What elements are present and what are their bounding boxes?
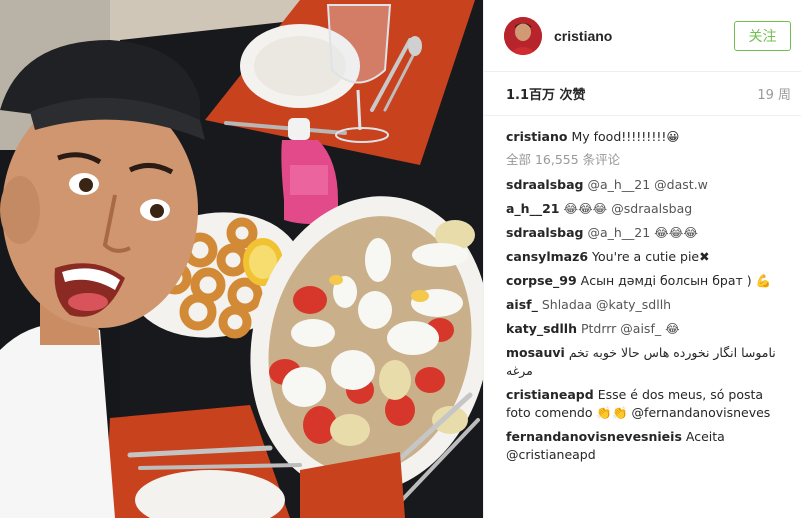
comment-username[interactable]: aisf_ bbox=[506, 297, 538, 312]
post-photo bbox=[0, 0, 483, 518]
comment-username[interactable]: corpse_99 bbox=[506, 273, 577, 288]
post-stats: 1.1百万 次赞 19 周 bbox=[484, 72, 801, 116]
like-count[interactable]: 1.1百万 次赞 bbox=[506, 84, 586, 103]
post-time[interactable]: 19 周 bbox=[757, 84, 791, 103]
post-header: cristiano 关注 bbox=[484, 0, 801, 72]
panel-bottom-edge bbox=[484, 510, 801, 518]
post-author-username[interactable]: cristiano bbox=[554, 28, 612, 44]
comment-username[interactable]: sdraalsbag bbox=[506, 225, 583, 240]
list-item: corpse_99 Асын дәмді болсын брат ) 💪 bbox=[506, 272, 791, 290]
comment-username[interactable]: sdraalsbag bbox=[506, 177, 583, 192]
caption: cristiano My food!!!!!!!!!😀 bbox=[506, 128, 791, 146]
caption-text: My food!!!!!!!!!😀 bbox=[571, 129, 680, 144]
list-item: a_h__21 😂😂😂 @sdraalsbag bbox=[506, 200, 791, 218]
caption-username[interactable]: cristiano bbox=[506, 129, 567, 144]
comment-text: 😂😂😂 @sdraalsbag bbox=[563, 201, 693, 216]
list-item: cristianeapd Esse é dos meus, só posta f… bbox=[506, 386, 791, 422]
follow-button[interactable]: 关注 bbox=[734, 21, 791, 51]
food-selfie-image bbox=[0, 0, 483, 518]
comment-text: @a_h__21 😂😂😂 bbox=[587, 225, 698, 240]
comment-username[interactable]: mosauvi bbox=[506, 345, 565, 360]
profile-avatar-icon[interactable] bbox=[504, 16, 542, 55]
comment-list: cristiano My food!!!!!!!!!😀 全部 16,555 条评… bbox=[484, 116, 801, 464]
view-all-comments-link[interactable]: 全部 16,555 条评论 bbox=[506, 149, 791, 168]
post-side-panel: cristiano 关注 1.1百万 次赞 19 周 cristiano My … bbox=[483, 0, 801, 518]
comment-username[interactable]: a_h__21 bbox=[506, 201, 559, 216]
list-item: sdraalsbag @a_h__21 😂😂😂 bbox=[506, 224, 791, 242]
list-item: mosauvi ناموسا انگار نخورده هاس حالا خوب… bbox=[506, 344, 791, 380]
list-item: cansylmaz6 You're a cutie pie✖ bbox=[506, 248, 791, 266]
comment-username[interactable]: katy_sdllh bbox=[506, 321, 577, 336]
comment-text: You're a cutie pie✖ bbox=[592, 249, 710, 264]
comment-text: Асын дәмді болсын брат ) 💪 bbox=[580, 273, 772, 288]
list-item: aisf_ Shladaa @katy_sdllh bbox=[506, 296, 791, 314]
list-item: sdraalsbag @a_h__21 @dast.w bbox=[506, 176, 791, 194]
comment-username[interactable]: cansylmaz6 bbox=[506, 249, 588, 264]
comment-username[interactable]: fernandanovisnevesnieis bbox=[506, 429, 682, 444]
list-item: katy_sdllh Ptdrrr @aisf_ 😂 bbox=[506, 320, 791, 338]
comment-text: Ptdrrr @aisf_ 😂 bbox=[580, 321, 680, 336]
comment-text: Shladaa @katy_sdllh bbox=[541, 297, 672, 312]
list-item: fernandanovisnevesnieis Aceita @cristian… bbox=[506, 428, 791, 464]
comment-text: @a_h__21 @dast.w bbox=[587, 177, 708, 192]
comment-username[interactable]: cristianeapd bbox=[506, 387, 594, 402]
